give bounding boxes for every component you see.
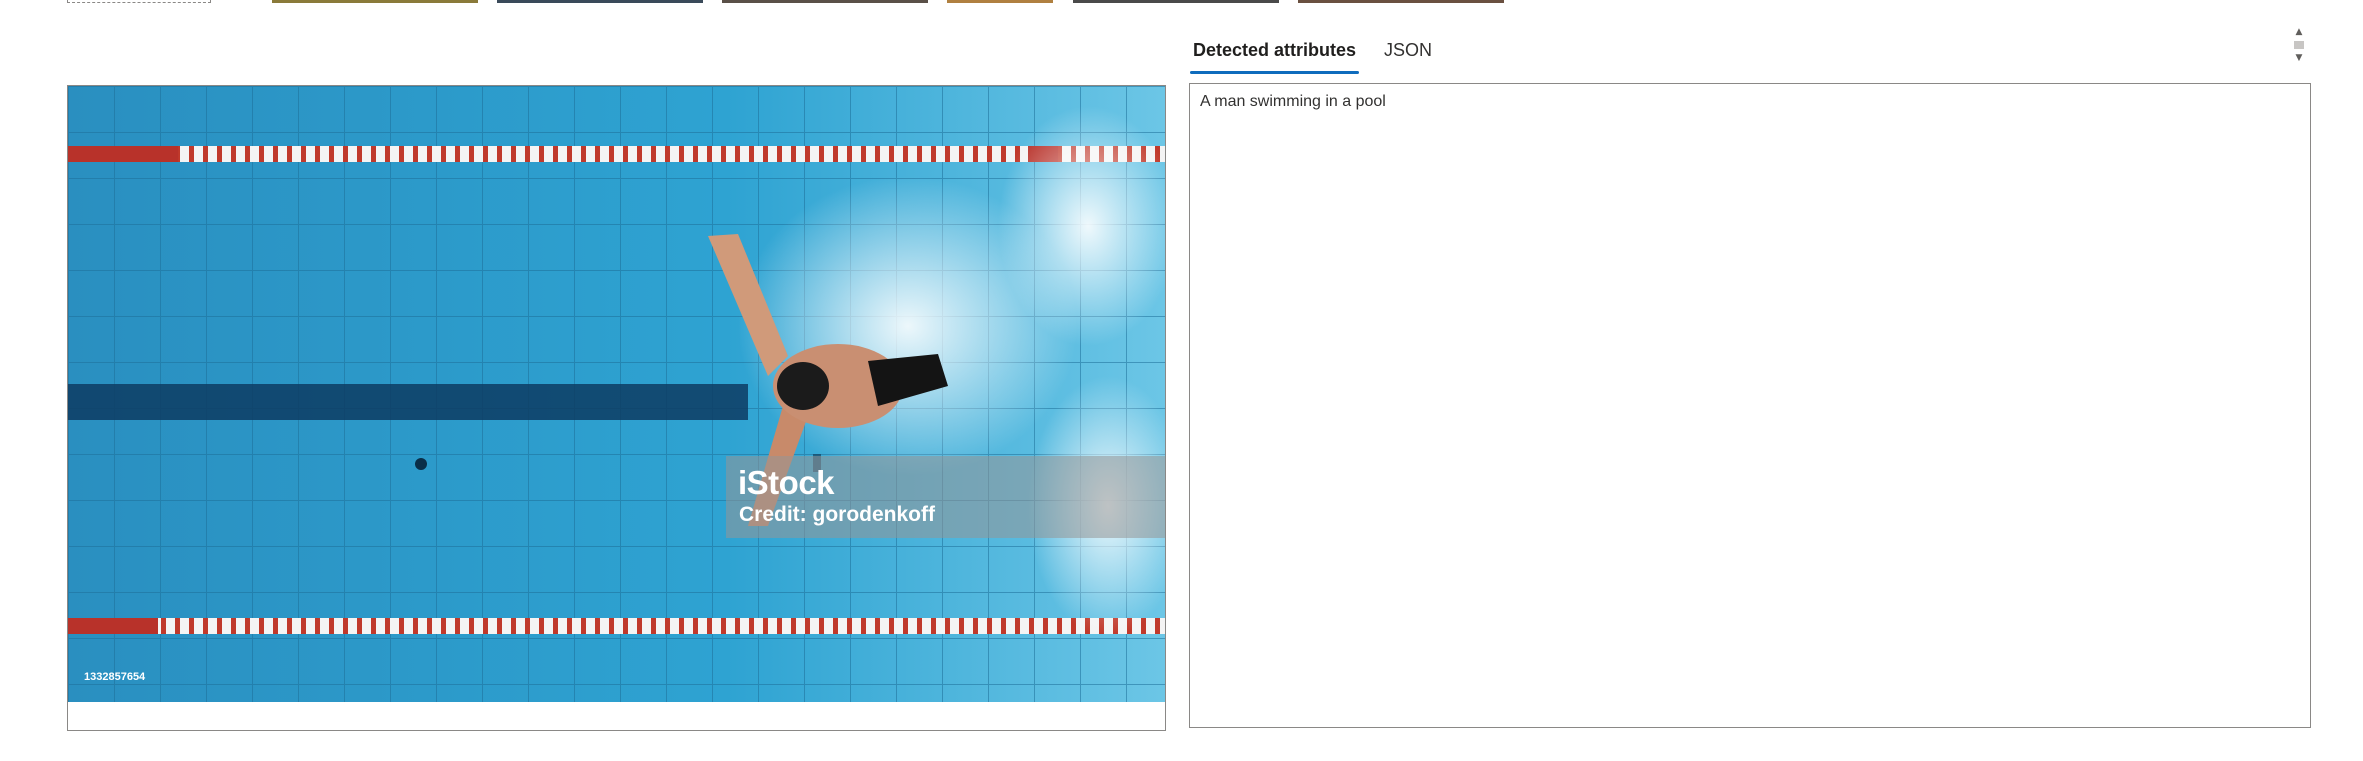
thumbnail[interactable] bbox=[272, 0, 478, 3]
result-tabs: Detected attributes JSON bbox=[1190, 36, 1457, 74]
thumbnail[interactable] bbox=[1298, 0, 1504, 3]
tab-scroll-control[interactable]: ▲ ▼ bbox=[2291, 27, 2307, 69]
swimmer-photo bbox=[68, 86, 1165, 702]
thumbnail[interactable] bbox=[497, 0, 703, 3]
scroll-thumb[interactable] bbox=[2294, 41, 2304, 49]
image-preview-frame: iStock Credit: gorodenkoff 1332857654 bbox=[67, 85, 1166, 731]
caption-text: A man swimming in a pool bbox=[1200, 93, 1386, 110]
tab-json[interactable]: JSON bbox=[1381, 36, 1435, 72]
preview-image: iStock Credit: gorodenkoff 1332857654 bbox=[68, 86, 1165, 702]
thumbnail[interactable] bbox=[947, 0, 1053, 3]
thumbnail-strip bbox=[0, 0, 2363, 4]
image-id-label: 1332857654 bbox=[84, 671, 146, 683]
thumbnail[interactable] bbox=[722, 0, 928, 3]
tab-detected-attributes[interactable]: Detected attributes bbox=[1190, 36, 1360, 74]
chevron-up-icon[interactable]: ▲ bbox=[2291, 27, 2307, 37]
thumbnail-selected[interactable] bbox=[67, 0, 211, 3]
watermark-credit: Credit: gorodenkoff bbox=[739, 503, 935, 526]
detected-attributes-panel[interactable]: A man swimming in a pool bbox=[1189, 83, 2311, 728]
watermark-logo: iStock bbox=[738, 464, 835, 501]
chevron-down-icon[interactable]: ▼ bbox=[2291, 53, 2307, 63]
thumbnail[interactable] bbox=[1073, 0, 1279, 3]
